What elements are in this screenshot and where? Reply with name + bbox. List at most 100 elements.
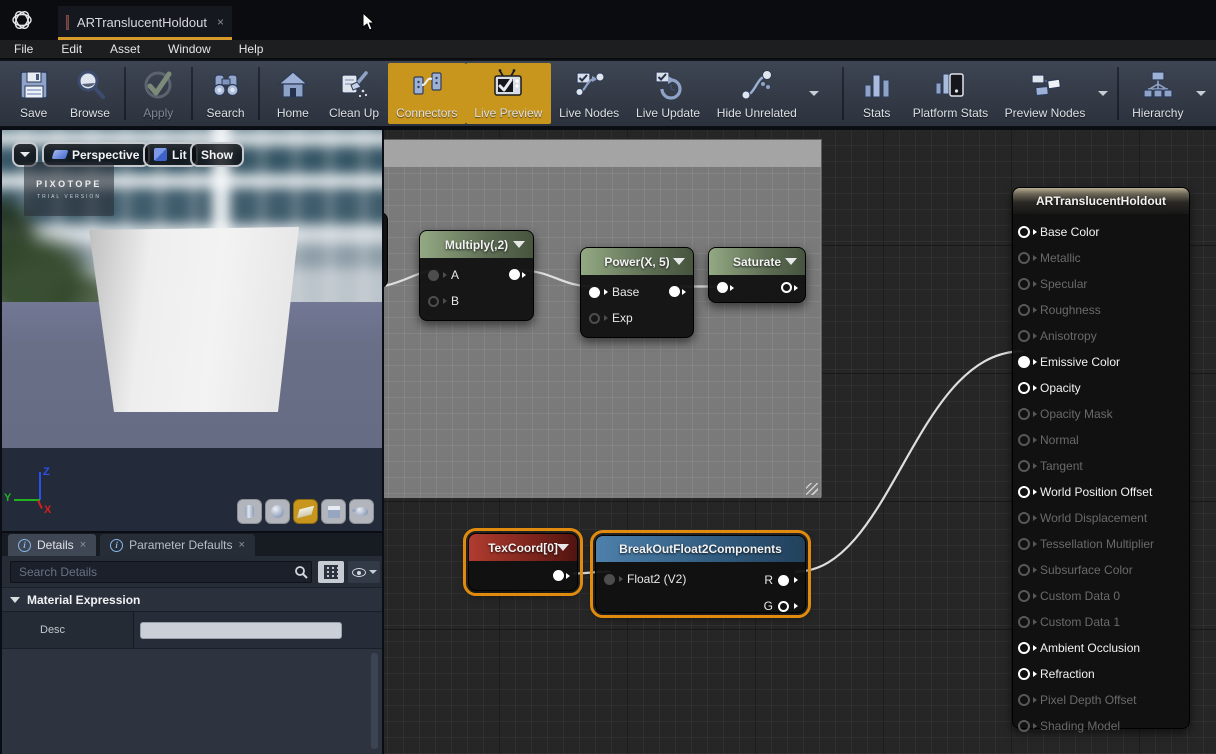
comment-title-bar[interactable] [384, 140, 821, 167]
platform-stats-button[interactable]: Platform Stats [904, 63, 996, 124]
close-icon[interactable]: × [239, 539, 245, 551]
output-pin[interactable] [781, 282, 792, 293]
multiply-node-header[interactable]: Multiply(,2) [420, 231, 533, 258]
input-pin[interactable] [589, 313, 600, 324]
menu-asset[interactable]: Asset [96, 40, 154, 58]
tab-parameter-defaults[interactable]: i Parameter Defaults × [100, 534, 255, 556]
breakout-node-header[interactable]: BreakOutFloat2Components [596, 536, 805, 562]
sphere-shape-button[interactable] [265, 499, 290, 524]
chevron-down-icon[interactable] [557, 544, 569, 551]
show-button[interactable]: Show [190, 142, 244, 167]
input-pin[interactable] [1018, 538, 1030, 550]
menu-help[interactable]: Help [225, 40, 278, 58]
input-pin[interactable] [1018, 278, 1030, 290]
input-pin[interactable] [428, 270, 439, 281]
menu-file[interactable]: File [0, 40, 47, 58]
output-pin[interactable] [669, 286, 680, 297]
power-node-header[interactable]: Power(X, 5) [581, 248, 693, 275]
input-pin[interactable] [1018, 408, 1030, 420]
output-pin[interactable] [778, 601, 789, 612]
node-breakout-float2[interactable]: BreakOutFloat2Components Float2 (V2) R G [595, 535, 806, 613]
material-pin-world-displacement[interactable]: World Displacement [1013, 505, 1189, 531]
input-pin[interactable] [1018, 590, 1030, 602]
input-pin[interactable] [1018, 486, 1030, 498]
connectors-button[interactable]: Connectors [388, 63, 466, 124]
material-pin-custom-data-0[interactable]: Custom Data 0 [1013, 583, 1189, 609]
output-pin[interactable] [509, 269, 520, 280]
material-pin-normal[interactable]: Normal [1013, 427, 1189, 453]
material-pin-shading-model[interactable]: Shading Model [1013, 713, 1189, 739]
menu-edit[interactable]: Edit [47, 40, 96, 58]
input-pin[interactable] [1018, 252, 1030, 264]
texcoord-output-pin[interactable] [553, 570, 570, 581]
input-pin[interactable] [1018, 460, 1030, 472]
material-pin-world-position-offset[interactable]: World Position Offset [1013, 479, 1189, 505]
material-pin-custom-data-1[interactable]: Custom Data 1 [1013, 609, 1189, 635]
chevron-down-icon[interactable] [673, 258, 685, 265]
cube-shape-button[interactable] [321, 499, 346, 524]
multiply-pin-b[interactable]: B [420, 288, 533, 314]
live-nodes-button[interactable]: Live Nodes [551, 63, 628, 124]
comment-resize-handle[interactable] [806, 483, 818, 495]
stats-button[interactable]: Stats [849, 63, 904, 124]
hierarchy-button[interactable]: Hierarchy [1124, 63, 1192, 124]
close-icon[interactable]: × [80, 539, 86, 551]
node-material-result[interactable]: ARTranslucentHoldout Base Color Metallic… [1012, 187, 1190, 729]
browse-button[interactable]: Browse [61, 63, 118, 124]
plane-shape-button[interactable] [293, 499, 318, 524]
preview-nodes-dropdown[interactable] [1094, 63, 1112, 124]
power-output-pin[interactable] [669, 286, 686, 297]
input-pin[interactable] [1018, 356, 1030, 368]
texcoord-node-header[interactable]: TexCoord[0] [469, 534, 577, 561]
apply-button[interactable]: Apply [131, 63, 186, 124]
clean-up-button[interactable]: Clean Up [320, 63, 387, 124]
node-texcoord[interactable]: TexCoord[0] [468, 533, 578, 591]
material-pin-opacity[interactable]: Opacity [1013, 375, 1189, 401]
hide-unrelated-dropdown[interactable] [805, 63, 823, 124]
hierarchy-dropdown[interactable] [1192, 63, 1210, 124]
input-pin[interactable] [1018, 512, 1030, 524]
input-pin[interactable] [717, 282, 728, 293]
material-pin-opacity-mask[interactable]: Opacity Mask [1013, 401, 1189, 427]
visibility-filter-button[interactable] [348, 561, 380, 583]
details-scrollbar[interactable] [371, 653, 378, 749]
breakout-output-r[interactable]: R [764, 573, 798, 587]
teapot-shape-button[interactable] [349, 499, 374, 524]
node-multiply[interactable]: Multiply(,2) A B [419, 230, 534, 321]
input-pin[interactable] [1018, 720, 1030, 732]
saturate-node-header[interactable]: Saturate [709, 248, 805, 275]
chevron-down-icon[interactable] [785, 258, 797, 265]
tab-close-icon[interactable]: × [217, 15, 224, 29]
hide-unrelated-button[interactable]: Hide Unrelated [709, 63, 806, 124]
input-pin[interactable] [1018, 694, 1030, 706]
material-pin-anisotropy[interactable]: Anisotropy [1013, 323, 1189, 349]
home-button[interactable]: Home [265, 63, 320, 124]
material-graph-canvas[interactable]: Multiply(,2) A B [384, 128, 1216, 754]
node-power[interactable]: Power(X, 5) Base Exp [580, 247, 694, 338]
input-pin[interactable] [589, 287, 600, 298]
input-pin[interactable] [1018, 382, 1030, 394]
preview-viewport[interactable]: Perspective Lit Show PIXOTOPE TRIAL VERS… [0, 128, 384, 533]
material-pin-pixel-depth-offset[interactable]: Pixel Depth Offset [1013, 687, 1189, 713]
node-offscreen-left[interactable] [384, 212, 388, 288]
menu-window[interactable]: Window [154, 40, 225, 58]
input-pin[interactable] [428, 296, 439, 307]
saturate-output-pin[interactable] [781, 282, 798, 293]
material-pin-ambient-occlusion[interactable]: Ambient Occlusion [1013, 635, 1189, 661]
material-pin-roughness[interactable]: Roughness [1013, 297, 1189, 323]
input-pin[interactable] [1018, 668, 1030, 680]
tab-details[interactable]: i Details × [8, 534, 96, 556]
live-preview-button[interactable]: Live Preview [466, 63, 551, 124]
output-pin[interactable] [778, 575, 789, 586]
display-grid-button[interactable] [318, 561, 344, 583]
node-saturate[interactable]: Saturate [708, 247, 806, 303]
desc-input[interactable] [140, 622, 342, 639]
material-pin-refraction[interactable]: Refraction [1013, 661, 1189, 687]
input-pin[interactable] [1018, 434, 1030, 446]
material-pin-metallic[interactable]: Metallic [1013, 245, 1189, 271]
cylinder-shape-button[interactable] [237, 499, 262, 524]
input-pin[interactable] [1018, 304, 1030, 316]
save-button[interactable]: Save [6, 63, 61, 124]
input-pin[interactable] [604, 574, 615, 585]
material-pin-tangent[interactable]: Tangent [1013, 453, 1189, 479]
